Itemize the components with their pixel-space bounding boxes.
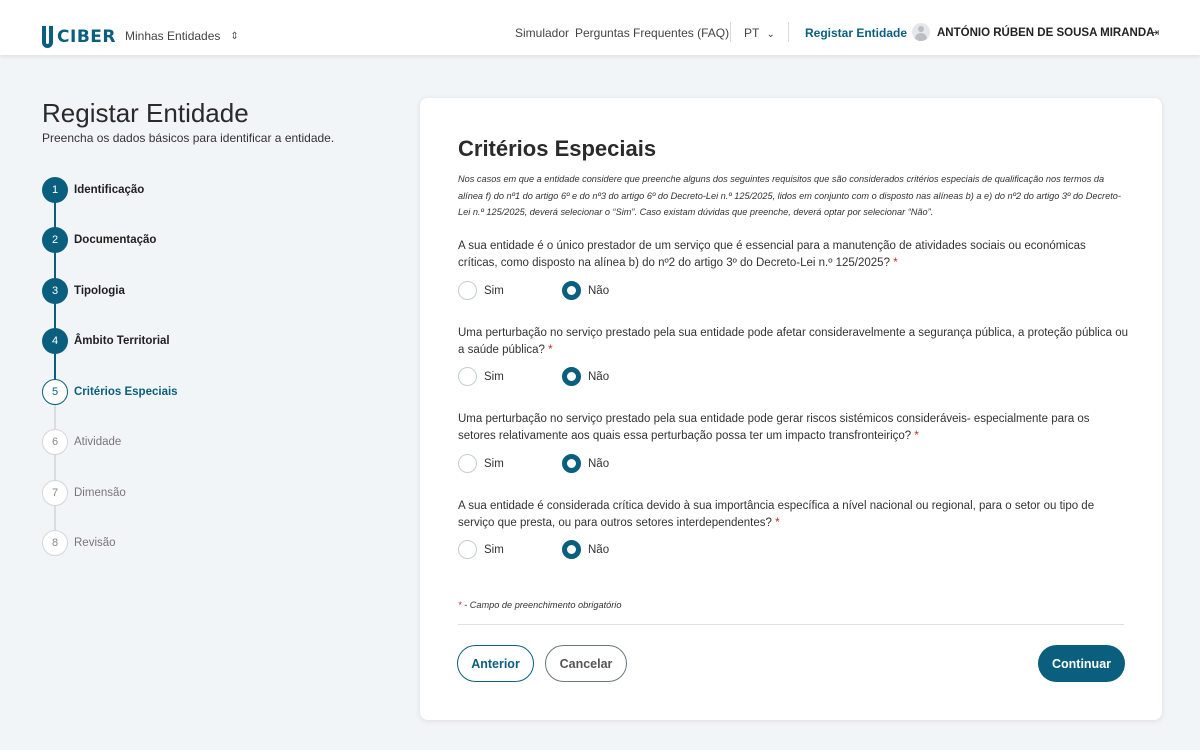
required-asterisk: * [548,343,553,356]
radio-button[interactable] [458,454,477,473]
step-revisao: 8 Revisão [42,530,116,556]
question-2-options: Sim Não [458,367,758,387]
step-number: 7 [42,480,68,506]
form-card: Critérios Especiais Nos casos em que a e… [420,98,1162,720]
step-identificacao[interactable]: 1 Identificação [42,177,144,203]
step-number: 3 [42,278,68,304]
required-asterisk: * [914,429,919,442]
radio-label: Não [588,284,610,297]
nav-divider [730,22,731,42]
step-label: Dimensão [74,487,126,499]
top-strip [0,0,1200,25]
question-4: A sua entidade é considerada crítica dev… [458,498,1128,531]
question-text: Uma perturbação no serviço prestado pela… [458,327,1128,356]
radio-option-nao[interactable]: Não [562,540,609,559]
footnote-text: - Campo de preenchimento obrigatório [464,600,622,610]
question-text: Uma perturbação no serviço prestado pela… [458,413,1090,442]
nav-faq[interactable]: Perguntas Frequentes (FAQ) [575,26,729,40]
step-label: Documentação [74,234,157,246]
nav-simulator[interactable]: Simulador [515,26,569,40]
radio-option-sim[interactable]: Sim [458,281,504,300]
chevron-down-icon: ⌄ [766,29,775,40]
nav-divider [788,22,789,42]
radio-option-sim[interactable]: Sim [458,540,504,559]
back-button[interactable]: Anterior [457,645,534,682]
question-2: Uma perturbação no serviço prestado pela… [458,325,1128,358]
question-text: A sua entidade é o único prestador de um… [458,240,1086,269]
radio-label: Sim [484,543,504,556]
step-number: 8 [42,530,68,556]
step-label: Tipologia [74,285,125,297]
radio-option-nao[interactable]: Não [562,281,609,300]
form-title: Critérios Especiais [458,136,657,161]
radio-option-sim[interactable]: Sim [458,367,504,386]
stepper-line-pending [54,392,56,542]
logo-shield-mark [42,26,54,48]
sort-updown-icon: ⇕ [230,30,239,42]
radio-button[interactable] [458,367,477,386]
question-3: Uma perturbação no serviço prestado pela… [458,411,1128,444]
step-label: Âmbito Territorial [74,335,170,347]
radio-button-checked[interactable] [562,454,581,473]
step-tipologia[interactable]: 3 Tipologia [42,278,125,304]
logout-icon[interactable]: ⇥ [1150,26,1159,39]
page-title: Registar Entidade [42,98,249,128]
entity-switcher[interactable]: Minhas Entidades ⇕ [125,29,239,43]
radio-label: Não [588,457,610,470]
continue-button[interactable]: Continuar [1038,645,1125,682]
radio-button-checked[interactable] [562,367,581,386]
page-subtitle: Preencha os dados básicos para identific… [42,131,335,145]
divider [458,624,1124,625]
logo-text: CIBER [57,27,116,47]
radio-label: Sim [484,370,504,383]
entity-switcher-label: Minhas Entidades [125,29,221,43]
language-selector[interactable]: PT ⌄ [744,26,775,40]
step-number: 2 [42,227,68,253]
radio-option-sim[interactable]: Sim [458,454,504,473]
user-name[interactable]: ANTÓNIO RÚBEN DE SOUSA MIRANDA [937,26,1154,40]
step-dimensao: 7 Dimensão [42,480,126,506]
radio-label: Não [588,370,610,383]
step-criterios-especiais[interactable]: 5 Critérios Especiais [42,379,178,405]
step-atividade: 6 Atividade [42,429,121,455]
step-label: Revisão [74,537,116,549]
step-number: 5 [42,379,68,405]
question-3-options: Sim Não [458,454,758,474]
step-number: 1 [42,177,68,203]
step-number: 4 [42,328,68,354]
radio-option-nao[interactable]: Não [562,367,609,386]
question-4-options: Sim Não [458,540,758,560]
required-asterisk: * [775,516,780,529]
step-ambito-territorial[interactable]: 4 Âmbito Territorial [42,328,170,354]
cancel-button[interactable]: Cancelar [545,645,627,682]
step-label: Atividade [74,436,122,448]
step-documentacao[interactable]: 2 Documentação [42,227,156,253]
step-label: Critérios Especiais [74,386,178,398]
question-1-options: Sim Não [458,281,758,301]
radio-label: Sim [484,284,504,297]
registration-stepper: 1 Identificação 2 Documentação 3 Tipolog… [42,177,342,557]
step-label: Identificação [74,184,145,196]
radio-label: Não [588,543,610,556]
radio-option-nao[interactable]: Não [562,454,609,473]
user-avatar[interactable] [912,23,930,41]
question-1: A sua entidade é o único prestador de um… [458,238,1128,271]
radio-label: Sim [484,457,504,470]
required-asterisk: * [458,600,462,610]
radio-button-checked[interactable] [562,281,581,300]
radio-button[interactable] [458,540,477,559]
required-field-note: * - Campo de preenchimento obrigatório [458,600,621,610]
radio-button-checked[interactable] [562,540,581,559]
language-label: PT [744,26,760,40]
step-number: 6 [42,429,68,455]
required-asterisk: * [893,256,898,269]
app-logo[interactable]: CIBER [42,12,116,48]
form-intro: Nos casos em que a entidade considere qu… [458,174,1121,217]
radio-button[interactable] [458,281,477,300]
nav-register-entity[interactable]: Registar Entidade [805,26,907,40]
